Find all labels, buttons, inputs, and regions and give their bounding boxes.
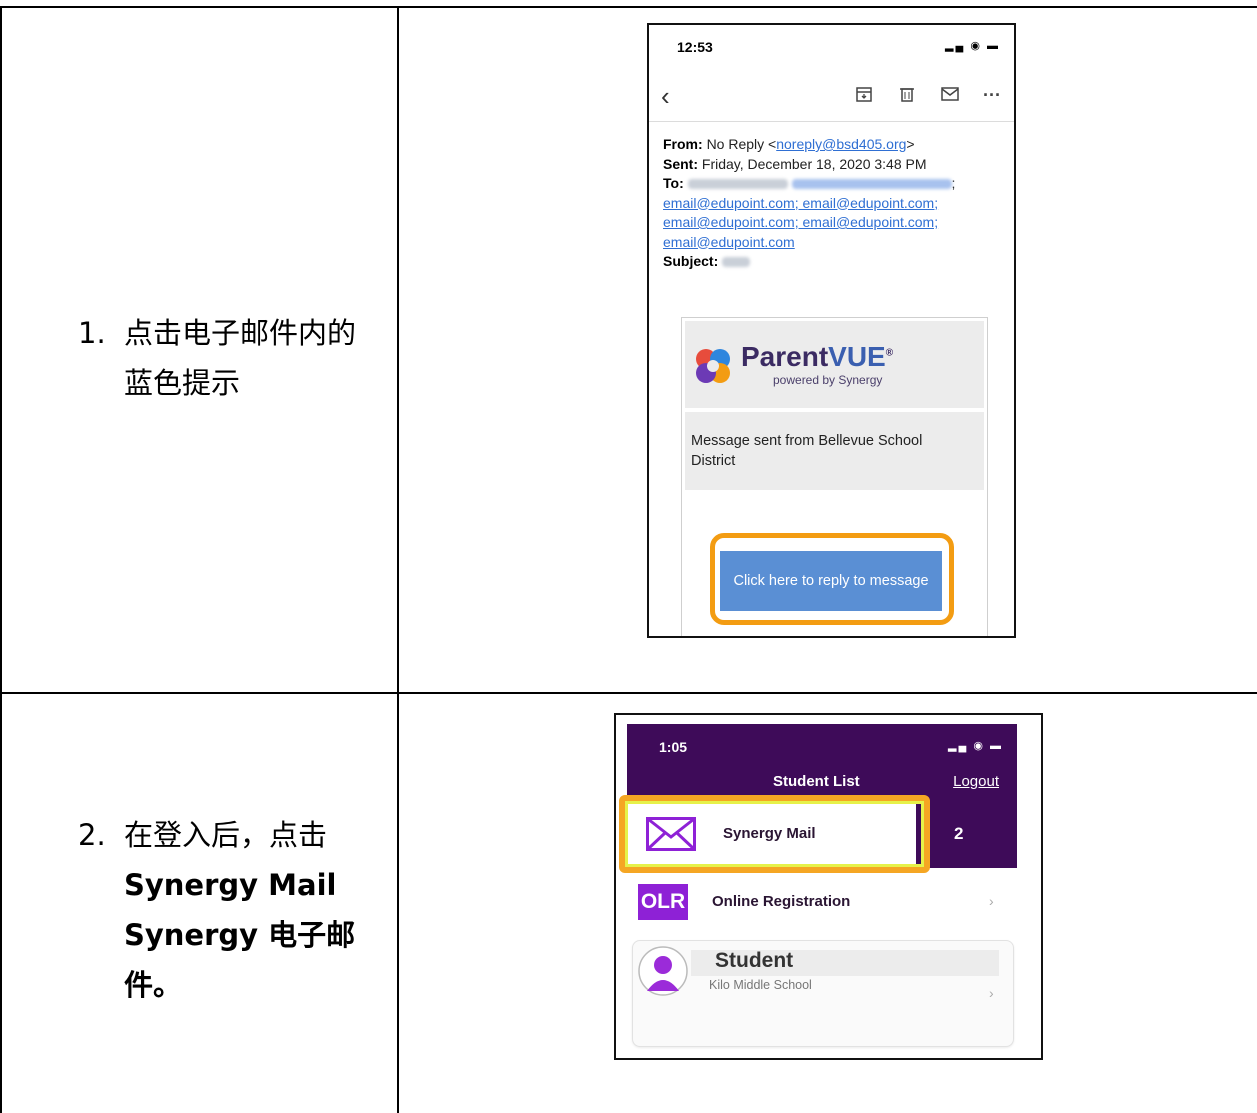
archive-icon[interactable] bbox=[855, 85, 873, 108]
message-card: ParentVUE® powered by Synergy Message se… bbox=[681, 317, 988, 636]
olr-icon: OLR bbox=[638, 884, 688, 920]
email-header: From: No Reply <noreply@bsd405.org> Sent… bbox=[663, 135, 1013, 272]
email-screenshot: 12:53 ▂▄ ◉ ▬ ‹ ··· From: No Reply <norep… bbox=[647, 23, 1016, 638]
mail-count-area[interactable]: 2 bbox=[916, 803, 1017, 868]
status-time: 1:05 bbox=[659, 739, 688, 755]
mail-icon[interactable] bbox=[940, 85, 960, 108]
to-addresses-line-2[interactable]: email@edupoint.com; email@edupoint.com; bbox=[663, 213, 1013, 233]
table-border-top bbox=[0, 6, 1257, 8]
status-icons: ▂▄ ◉ ▬ bbox=[948, 740, 1003, 752]
status-icons: ▂▄ ◉ ▬ bbox=[945, 40, 1000, 52]
sent-label: Sent: bbox=[663, 155, 698, 172]
step-2-text: 在登入后，点击 Synergy Mail Synergy 电子邮件。 bbox=[124, 810, 384, 1010]
chevron-right-icon: › bbox=[989, 893, 994, 909]
synergy-mail-highlight bbox=[619, 795, 930, 873]
table-border-left bbox=[0, 6, 2, 1113]
from-close: > bbox=[906, 136, 915, 152]
from-label: From: bbox=[663, 136, 703, 152]
parentvue-logo-box: ParentVUE® powered by Synergy bbox=[685, 321, 984, 408]
chevron-right-icon: › bbox=[989, 985, 994, 1001]
to-label: To: bbox=[663, 175, 684, 191]
step-2-text-bold: Synergy Mail Synergy 电子邮件。 bbox=[124, 868, 356, 1002]
step-1-text: 点击电子邮件内的蓝色提示 bbox=[124, 316, 357, 400]
reply-to-message-button[interactable]: Click here to reply to message bbox=[720, 551, 942, 611]
redacted-subject bbox=[722, 257, 751, 268]
student-avatar-icon bbox=[638, 946, 688, 996]
step-2-number: 2. bbox=[78, 818, 106, 852]
step-2-text-prefix: 在登入后，点击 bbox=[124, 818, 328, 852]
subject-label: Subject: bbox=[663, 253, 719, 269]
parentvue-logo-icon bbox=[696, 349, 730, 383]
message-box: Message sent from Bellevue School Distri… bbox=[685, 412, 984, 490]
trash-icon[interactable] bbox=[898, 85, 916, 108]
from-address-link[interactable]: noreply@bsd405.org bbox=[776, 136, 906, 152]
redacted-name bbox=[687, 179, 788, 190]
logo-registered-mark: ® bbox=[885, 347, 894, 359]
logo-text-vue: VUE bbox=[828, 341, 886, 372]
logo-text-parent: Parent bbox=[741, 341, 829, 372]
to-addresses-line-1[interactable]: email@edupoint.com; email@edupoint.com; bbox=[663, 194, 1013, 214]
table-column-divider bbox=[397, 6, 399, 1113]
mail-count-badge: 2 bbox=[954, 824, 964, 843]
sent-value: Friday, December 18, 2020 3:48 PM bbox=[701, 155, 927, 172]
app-screenshot: 1:05 ▂▄ ◉ ▬ Student List Logout 2 Synerg… bbox=[614, 713, 1043, 1060]
email-toolbar: ‹ ··· bbox=[649, 75, 1014, 122]
online-registration-label[interactable]: Online Registration bbox=[712, 893, 850, 910]
logout-link[interactable]: Logout bbox=[953, 773, 999, 790]
to-addresses-line-3[interactable]: email@edupoint.com bbox=[663, 233, 1013, 253]
table-border-middle bbox=[0, 692, 1257, 694]
student-school: Kilo Middle School bbox=[709, 978, 812, 992]
page-title: Student List bbox=[773, 773, 860, 790]
from-name: No Reply < bbox=[706, 136, 777, 152]
back-chevron-icon[interactable]: ‹ bbox=[661, 81, 670, 112]
status-time: 12:53 bbox=[677, 39, 713, 55]
student-card[interactable]: Student Kilo Middle School › bbox=[632, 940, 1014, 1047]
app-header: 1:05 ▂▄ ◉ ▬ Student List Logout bbox=[627, 724, 1017, 803]
parentvue-logo-subtitle: powered by Synergy bbox=[773, 373, 883, 387]
parentvue-logo-text: ParentVUE® bbox=[741, 341, 893, 373]
redacted-address bbox=[791, 179, 952, 190]
more-icon[interactable]: ··· bbox=[983, 85, 1001, 106]
message-text: Message sent from Bellevue School Distri… bbox=[691, 433, 923, 469]
student-name: Student bbox=[715, 949, 794, 972]
step-1-number: 1. bbox=[78, 316, 106, 350]
